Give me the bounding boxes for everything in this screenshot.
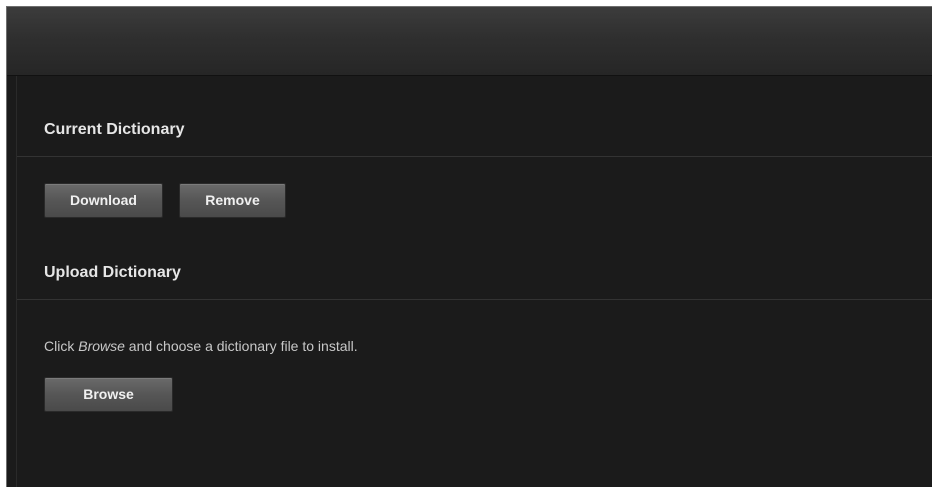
remove-button[interactable]: Remove: [179, 183, 286, 218]
upload-dictionary-heading: Upload Dictionary: [44, 264, 181, 281]
top-bar: [7, 7, 932, 76]
section-divider: [17, 156, 932, 157]
instruction-suffix: and choose a dictionary file to install.: [124, 338, 358, 354]
current-dictionary-heading: Current Dictionary: [44, 121, 185, 138]
section-divider: [17, 299, 932, 300]
left-rule: [16, 76, 17, 487]
app-window: Current Dictionary Download Remove Uploa…: [6, 6, 932, 487]
instruction-emphasis: Browse: [78, 338, 125, 354]
instruction-prefix: Click: [44, 338, 79, 354]
download-button[interactable]: Download: [44, 183, 163, 218]
main-content: Current Dictionary Download Remove Uploa…: [7, 76, 932, 487]
browse-button[interactable]: Browse: [44, 377, 173, 412]
upload-instructions: Click Browse and choose a dictionary fil…: [44, 338, 358, 354]
